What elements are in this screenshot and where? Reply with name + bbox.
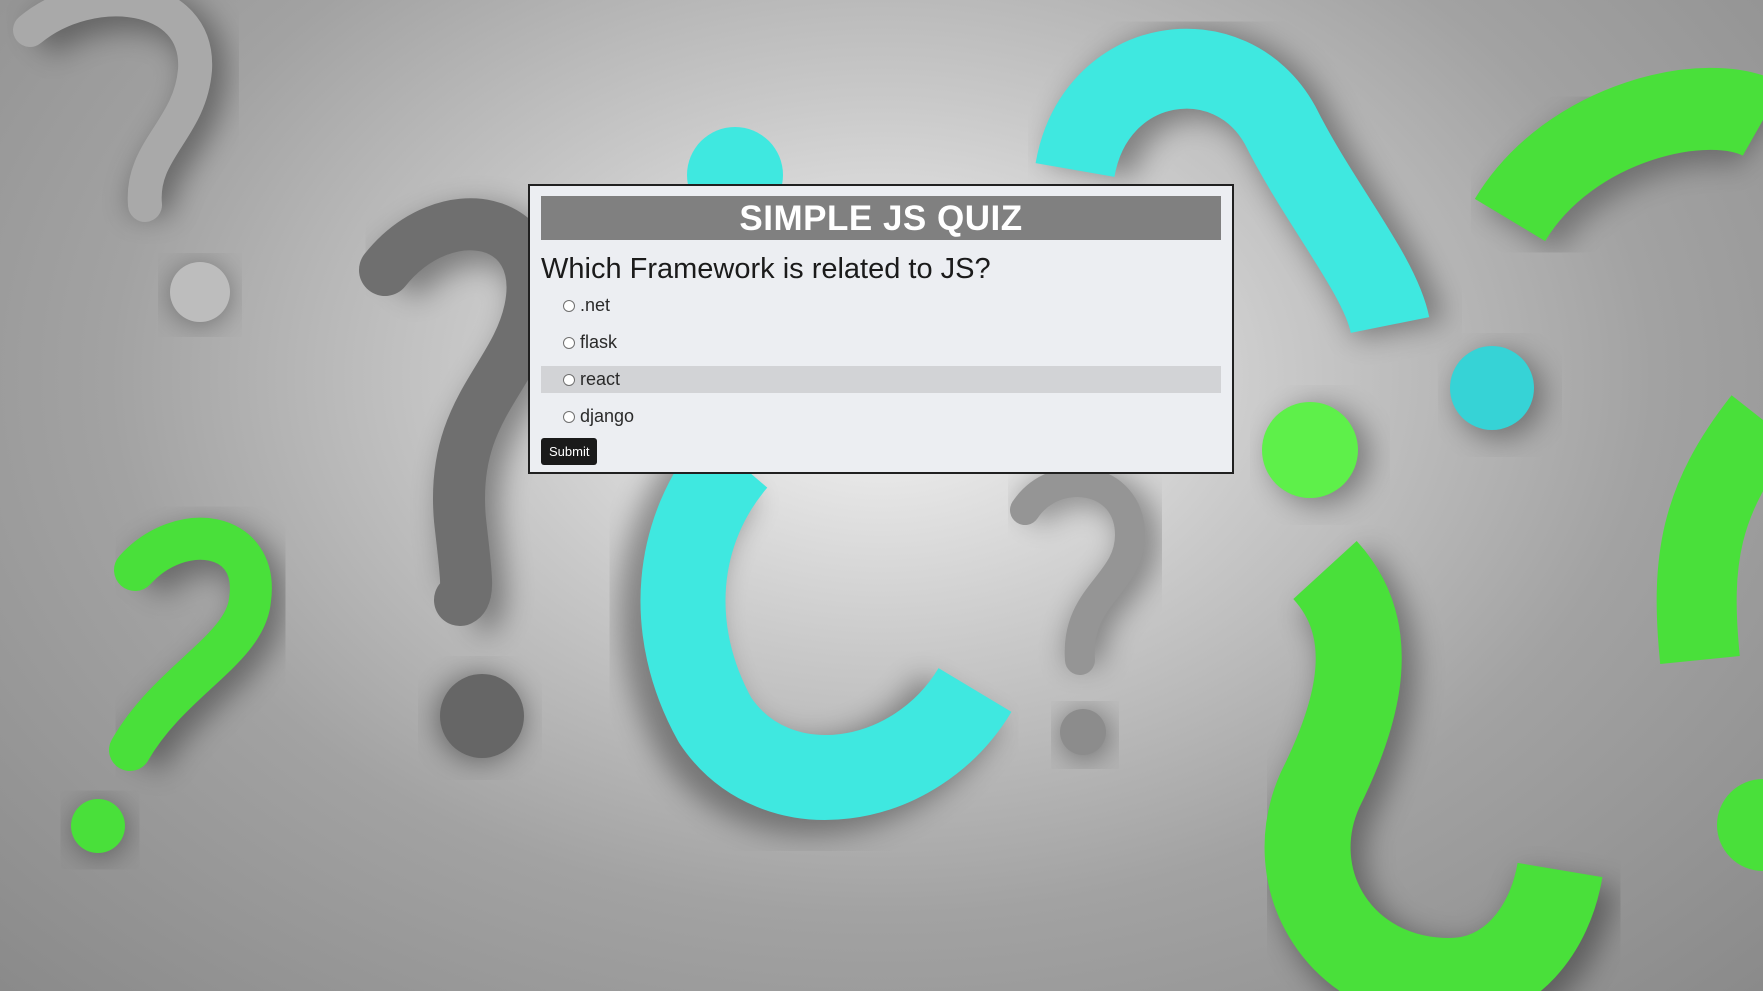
answer-option-django[interactable]: django (541, 403, 1221, 430)
answer-label: django (580, 406, 635, 426)
quiz-card: SIMPLE JS QUIZ Which Framework is relate… (528, 184, 1234, 474)
radio-button[interactable] (563, 373, 575, 386)
question-mark-icon (13, 0, 230, 325)
answer-label: flask (580, 332, 618, 352)
answer-label: .net (580, 295, 611, 315)
radio-button[interactable] (563, 299, 575, 312)
answer-option-net[interactable]: .net (541, 292, 1221, 319)
radio-button[interactable] (563, 410, 575, 423)
question-mark-icon (1264, 540, 1617, 991)
question-mark-icon (71, 517, 286, 858)
question-marks-background (13, 0, 1763, 991)
submit-button[interactable]: Submit (541, 438, 598, 465)
quiz-title: SIMPLE JS QUIZ (541, 196, 1221, 240)
answer-label: react (580, 369, 621, 389)
question-mark-icon (1010, 467, 1159, 759)
question-mark-icon (1474, 67, 1763, 871)
circle-dot-icon (1262, 402, 1370, 505)
answer-list: .net flask react django (541, 292, 1221, 430)
question-text: Which Framework is related to JS? (541, 253, 991, 285)
answer-option-react[interactable]: react (541, 366, 1221, 393)
circle-dot-icon (1450, 346, 1544, 439)
answer-option-flask[interactable]: flask (541, 329, 1221, 356)
question-mark-icon (359, 198, 573, 762)
radio-button[interactable] (563, 336, 575, 349)
